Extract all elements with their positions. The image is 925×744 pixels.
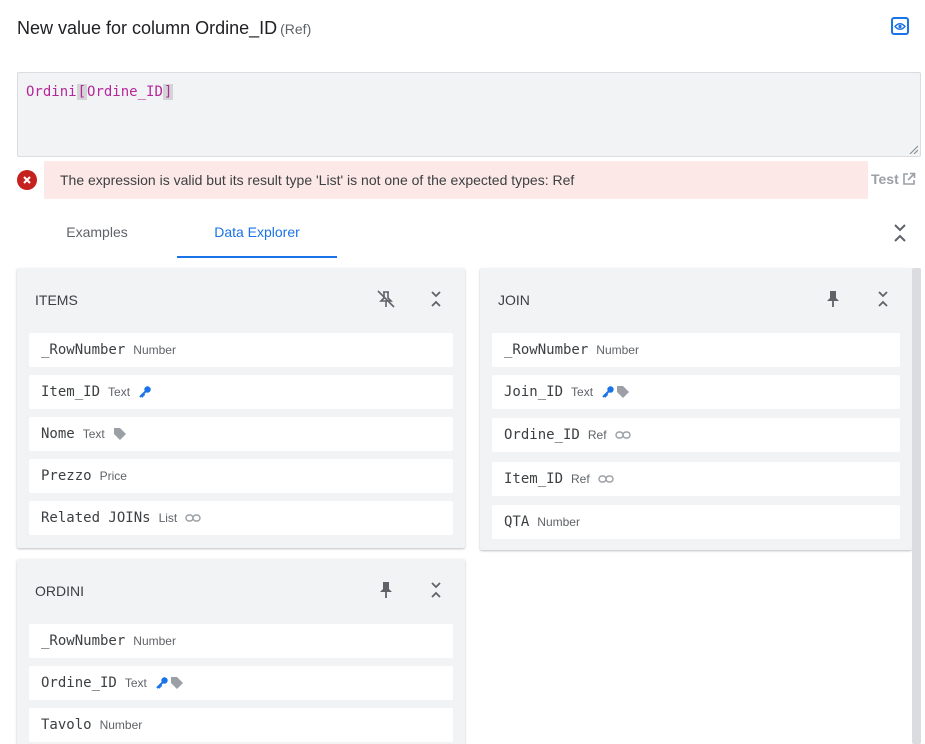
table-name: JOIN	[498, 292, 530, 308]
table-name: ITEMS	[35, 292, 78, 308]
column-row[interactable]: _RowNumber Number	[29, 333, 453, 367]
page-title: New value for column Ordine_ID (Ref)	[17, 18, 312, 38]
test-button[interactable]: Test	[871, 171, 916, 187]
column-row[interactable]: Related JOINs List	[29, 501, 453, 535]
collapse-all-icon[interactable]	[891, 222, 909, 244]
expected-type-label: (Ref)	[280, 21, 312, 37]
expression-column-token: Ordine_ID	[87, 84, 163, 100]
link-icon	[185, 514, 201, 522]
column-row[interactable]: _RowNumber Number	[492, 333, 900, 367]
label-tag-icon	[170, 677, 183, 689]
key-icon	[156, 677, 168, 689]
error-message: The expression is valid but its result t…	[44, 161, 868, 199]
tab-bar: Examples Data Explorer	[17, 212, 917, 258]
column-row[interactable]: Tavolo Number	[29, 708, 453, 742]
pin-icon	[827, 291, 839, 307]
link-icon	[614, 431, 631, 439]
expression-table-token: Ordini	[26, 84, 77, 100]
expression-editor[interactable]: Ordini[Ordine_ID]	[17, 72, 921, 157]
column-row[interactable]: _RowNumber Number	[29, 624, 453, 658]
collapse-icon	[431, 291, 441, 307]
pin-icon	[380, 582, 392, 598]
dialog-header: New value for column Ordine_ID (Ref)	[17, 15, 917, 41]
scrollbar[interactable]	[912, 268, 921, 744]
table-name: ORDINI	[35, 583, 84, 599]
key-icon	[139, 386, 151, 398]
unpin-button[interactable]	[375, 288, 397, 310]
label-tag-icon	[113, 428, 126, 440]
table-card-join: JOIN _RowNumber Number Join_ID Text Ordi…	[480, 268, 912, 550]
expression-close-bracket: ]	[162, 84, 174, 100]
eye-icon	[894, 22, 906, 30]
open-in-new-icon	[902, 172, 916, 185]
column-row[interactable]: Join_ID Text	[492, 375, 900, 409]
test-label: Test	[871, 171, 899, 187]
key-icon	[602, 386, 614, 398]
collapse-icon	[431, 582, 441, 598]
column-row[interactable]: Item_ID Ref	[492, 462, 900, 496]
tab-data-explorer[interactable]: Data Explorer	[177, 212, 337, 258]
label-tag-icon	[617, 386, 630, 398]
tab-examples[interactable]: Examples	[34, 212, 160, 258]
resize-handle-icon[interactable]	[909, 145, 918, 154]
collapse-button[interactable]	[425, 579, 447, 601]
column-row[interactable]: Ordine_ID Text	[29, 666, 453, 700]
column-row[interactable]: QTA Number	[492, 505, 900, 539]
collapse-button[interactable]	[872, 288, 894, 310]
table-card-items: ITEMS _RowNumber Number Item_ID Text Nom…	[17, 268, 465, 548]
unpin-icon	[377, 290, 395, 308]
column-row[interactable]: Ordine_ID Ref	[492, 418, 900, 452]
collapse-button[interactable]	[425, 288, 447, 310]
pin-button[interactable]	[822, 288, 844, 310]
expression-open-bracket: [	[76, 84, 88, 100]
link-icon	[598, 475, 614, 483]
collapse-icon	[878, 291, 888, 307]
pin-button[interactable]	[375, 579, 397, 601]
column-row[interactable]: Item_ID Text	[29, 375, 453, 409]
column-row[interactable]: Nome Text	[29, 417, 453, 451]
table-card-ordini: ORDINI _RowNumber Number Ordine_ID Text …	[17, 559, 465, 744]
preview-button[interactable]	[891, 17, 909, 35]
error-icon	[17, 170, 37, 190]
column-row[interactable]: Prezzo Price	[29, 459, 453, 493]
